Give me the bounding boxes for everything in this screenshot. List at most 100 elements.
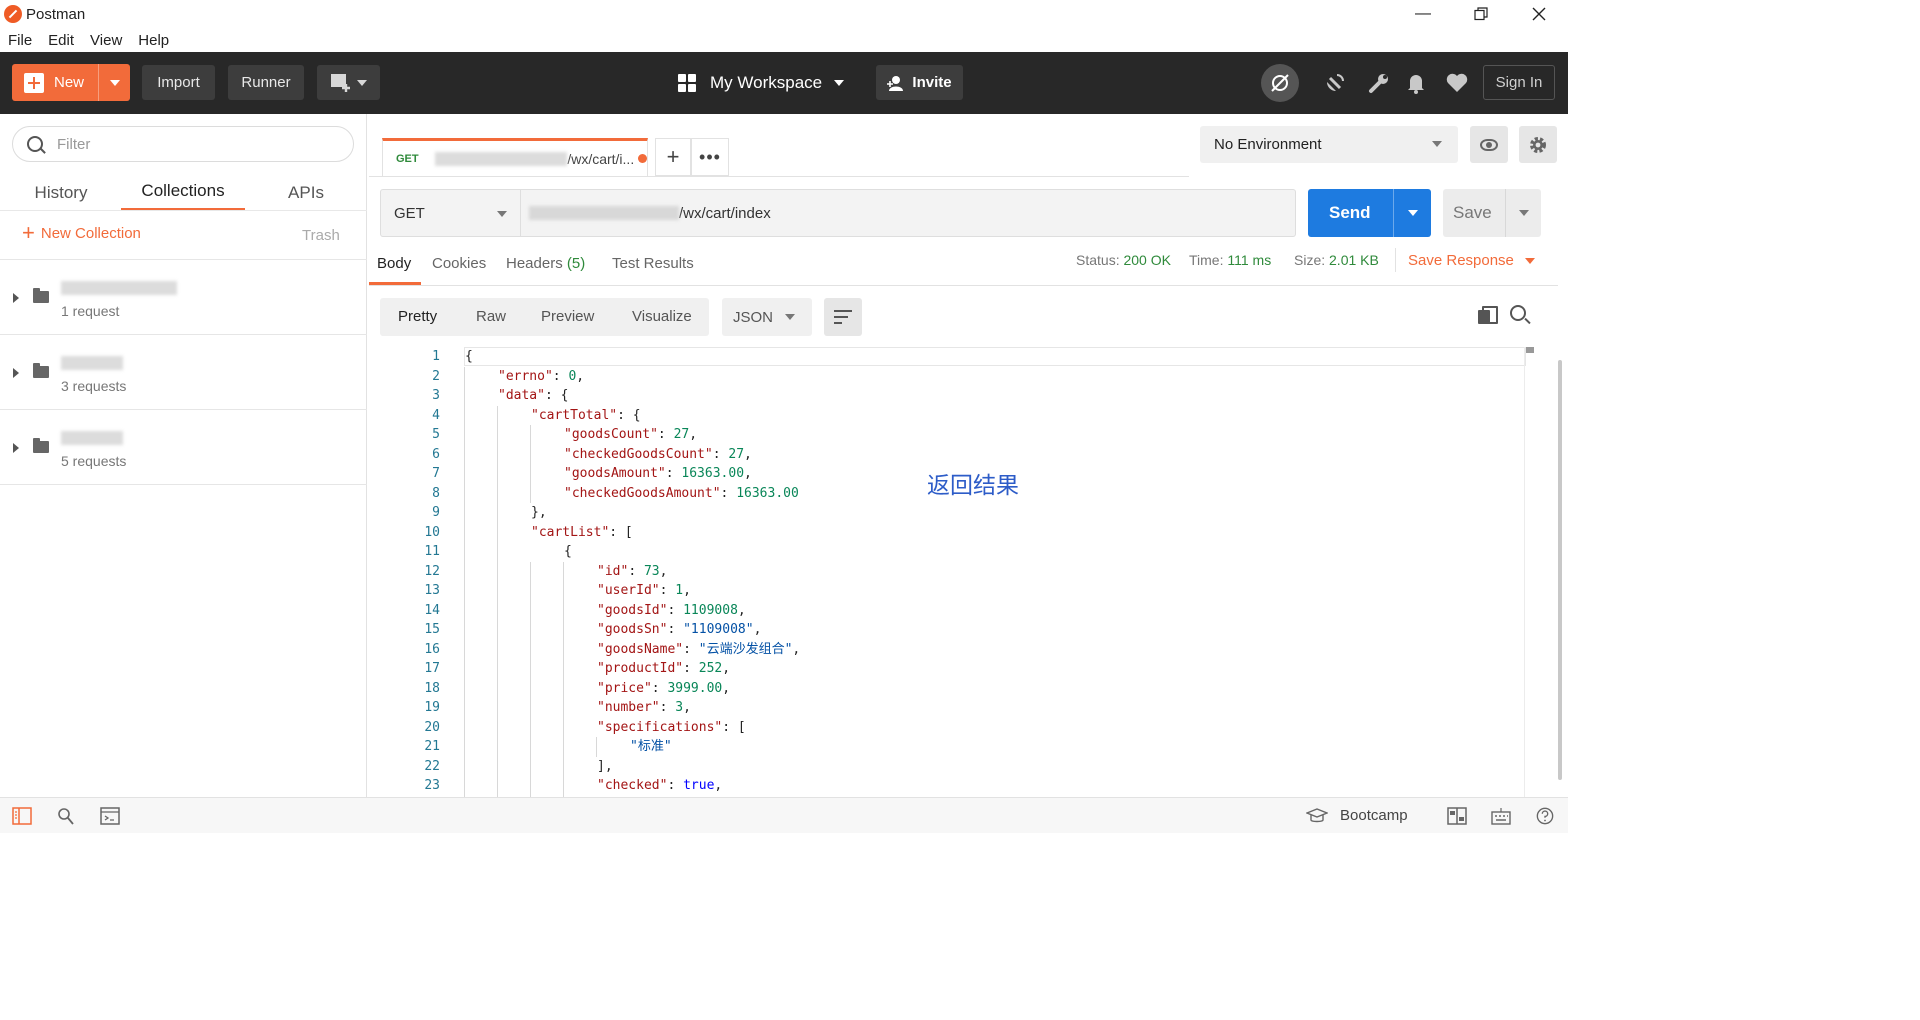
menu-edit[interactable]: Edit: [40, 32, 82, 49]
menu-help[interactable]: Help: [130, 32, 177, 49]
url-input[interactable]: /wx/cart/index: [521, 189, 1296, 237]
add-window-icon: [330, 73, 350, 92]
tab-collections[interactable]: Collections: [121, 174, 245, 211]
menu-view[interactable]: View: [82, 32, 130, 49]
code-token: ,: [683, 700, 691, 715]
sync-status-button[interactable]: [1261, 64, 1299, 102]
expand-arrow-icon[interactable]: [13, 368, 19, 378]
code-token: :: [657, 427, 674, 442]
restore-icon[interactable]: [1452, 0, 1510, 28]
tab-visualize[interactable]: Visualize: [632, 308, 692, 325]
code-token: ,: [576, 368, 585, 384]
format-select[interactable]: JSON: [722, 298, 812, 336]
indent-guide: [530, 561, 531, 797]
tabs-divider: [0, 210, 367, 211]
send-button[interactable]: Send: [1308, 189, 1431, 237]
request-tab[interactable]: GET /wx/cart/i...: [382, 138, 648, 176]
line-number: 4: [432, 407, 440, 423]
code-line: "goodsId": 1109008,: [597, 601, 746, 621]
workspace-label: My Workspace: [710, 73, 823, 92]
code-line: "specifications": [: [597, 718, 746, 738]
bootcamp-button[interactable]: Bootcamp: [1306, 807, 1408, 824]
invite-button[interactable]: Invite: [876, 65, 963, 100]
code-line: "productId": 252,: [597, 659, 730, 679]
bell-icon[interactable]: [1403, 70, 1429, 96]
collection-item[interactable]: 3 requests: [0, 335, 367, 409]
response-status: Status: 200 OK: [1076, 252, 1171, 268]
plus-icon: +: [22, 220, 35, 245]
tab-headers[interactable]: Headers (5): [506, 255, 585, 272]
code-token: "goodsAmount": [564, 466, 666, 481]
code-token: :: [720, 485, 737, 501]
runner-button[interactable]: Runner: [228, 65, 304, 100]
code-line: "price": 3999.00,: [597, 679, 730, 699]
tab-body[interactable]: Body: [377, 255, 411, 272]
code-line: "data": {: [498, 386, 568, 406]
close-icon[interactable]: [1510, 0, 1568, 28]
workspace-selector[interactable]: My Workspace: [678, 66, 845, 100]
wrench-icon[interactable]: [1366, 70, 1392, 96]
minimize-icon[interactable]: —: [1394, 0, 1452, 28]
vertical-scrollbar[interactable]: [1556, 180, 1564, 780]
time-label: Time:: [1189, 252, 1224, 268]
invite-label: Invite: [912, 74, 952, 91]
caret-down-icon: [1518, 210, 1529, 216]
console-icon[interactable]: [100, 807, 120, 825]
import-button[interactable]: Import: [142, 65, 215, 100]
help-icon[interactable]: [1535, 807, 1555, 825]
save-response-button[interactable]: Save Response: [1408, 252, 1535, 269]
menu-file[interactable]: File: [0, 32, 40, 49]
environment-select[interactable]: No Environment: [1200, 126, 1458, 163]
new-dropdown-button[interactable]: [98, 64, 130, 101]
tab-cookies[interactable]: Cookies: [432, 255, 486, 272]
send-dropdown-button[interactable]: [1393, 189, 1431, 237]
sign-in-button[interactable]: Sign In: [1483, 65, 1555, 100]
new-button[interactable]: New: [12, 64, 130, 101]
new-window-button[interactable]: [317, 65, 380, 100]
two-pane-view-icon[interactable]: [1447, 807, 1467, 825]
keyboard-shortcuts-icon[interactable]: [1491, 807, 1511, 825]
method-select[interactable]: GET: [380, 189, 521, 237]
tab-test-results[interactable]: Test Results: [612, 255, 694, 272]
collection-name-redacted: [61, 281, 177, 295]
code-token: "1109008": [683, 622, 754, 637]
tab-pretty[interactable]: Pretty: [398, 308, 437, 325]
add-tab-button[interactable]: +: [655, 138, 691, 176]
satellite-icon[interactable]: [1322, 70, 1348, 96]
expand-arrow-icon[interactable]: [13, 443, 19, 453]
expand-arrow-icon[interactable]: [13, 293, 19, 303]
add-user-icon: [887, 75, 904, 91]
collection-item[interactable]: 1 request: [0, 260, 367, 334]
wrap-lines-button[interactable]: [824, 298, 862, 336]
copy-icon[interactable]: [1478, 306, 1498, 324]
more-options-button[interactable]: •••: [691, 138, 729, 176]
new-collection-button[interactable]: + New Collection: [22, 220, 141, 245]
filter-input[interactable]: Filter: [12, 126, 354, 162]
environment-quick-look-button[interactable]: [1470, 126, 1508, 163]
code-token: true: [683, 778, 715, 793]
tab-history[interactable]: History: [32, 174, 90, 211]
trash-link[interactable]: Trash: [302, 227, 340, 244]
line-number: 9: [432, 505, 440, 520]
save-button[interactable]: Save: [1443, 189, 1541, 237]
code-line: {: [564, 542, 572, 562]
editor-overview-ruler[interactable]: [1524, 347, 1540, 797]
tab-apis[interactable]: APIs: [288, 174, 324, 211]
toggle-sidebar-icon[interactable]: [12, 807, 32, 825]
code-token: 252: [698, 661, 723, 676]
search-icon[interactable]: [1510, 305, 1526, 321]
code-token: "goodsId": [597, 602, 668, 618]
collection-item[interactable]: 5 requests: [0, 410, 367, 484]
new-collection-label: New Collection: [40, 224, 141, 242]
response-body-editor[interactable]: 1 2 3 4 5 6 7 8 9 10 11 12 13 14 15 16 17 18 19 20 21 22 23 {"…: [380, 347, 1540, 797]
folder-icon: [33, 363, 49, 378]
code-token: 1: [675, 583, 684, 598]
save-dropdown-button[interactable]: [1505, 189, 1541, 237]
find-replace-icon[interactable]: [56, 807, 76, 825]
heart-icon[interactable]: [1444, 70, 1470, 96]
new-button-label: New: [54, 74, 85, 91]
collection-name-redacted: [61, 356, 123, 370]
manage-environments-button[interactable]: [1519, 126, 1557, 163]
tab-preview[interactable]: Preview: [541, 308, 594, 325]
tab-raw[interactable]: Raw: [476, 308, 506, 325]
